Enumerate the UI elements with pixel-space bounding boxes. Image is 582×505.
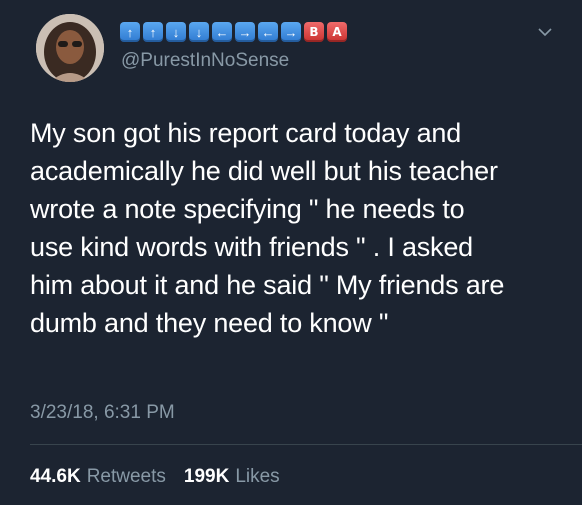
user-handle[interactable]: @PurestInNoSense (121, 50, 289, 72)
avatar-image (36, 14, 104, 82)
chevron-down-icon[interactable] (538, 27, 552, 37)
tweet-text-line: My son got his report card today and (30, 118, 462, 148)
a-button-icon: A (327, 22, 347, 42)
left-arrow-key-icon: ← (258, 22, 278, 42)
likes-label[interactable]: Likes (235, 466, 279, 488)
retweets-label[interactable]: Retweets (87, 466, 166, 488)
up-arrow-key-icon: ↑ (120, 22, 140, 42)
tweet-text-line: him about it and he said " My friends ar… (30, 270, 505, 300)
left-arrow-key-icon: ← (212, 22, 232, 42)
likes-count[interactable]: 199K (184, 466, 229, 488)
up-arrow-key-icon: ↑ (143, 22, 163, 42)
tweet-timestamp[interactable]: 3/23/18, 6:31 PM (30, 402, 175, 424)
tweet-card: ↑ ↑ ↓ ↓ ← → ← → B A @PurestInNoSense My … (0, 0, 582, 505)
b-button-icon: B (304, 22, 324, 42)
tweet-stats: 44.6K Retweets 199K Likes (30, 466, 280, 488)
stats-spacer (172, 466, 178, 488)
tweet-text-line: wrote a note specifying " he needs to (30, 194, 465, 224)
right-arrow-key-icon: → (281, 22, 301, 42)
tweet-text-line: dumb and they need to know " (30, 308, 389, 338)
avatar[interactable] (36, 14, 104, 82)
tweet-text-line: use kind words with friends " . I asked (30, 232, 473, 262)
divider (30, 444, 582, 445)
tweet-text-line: academically he did well but his teacher (30, 156, 498, 186)
display-name[interactable]: ↑ ↑ ↓ ↓ ← → ← → B A (120, 22, 347, 42)
down-arrow-key-icon: ↓ (166, 22, 186, 42)
right-arrow-key-icon: → (235, 22, 255, 42)
tweet-text: My son got his report card today and aca… (30, 114, 560, 342)
down-arrow-key-icon: ↓ (189, 22, 209, 42)
retweets-count[interactable]: 44.6K (30, 466, 81, 488)
